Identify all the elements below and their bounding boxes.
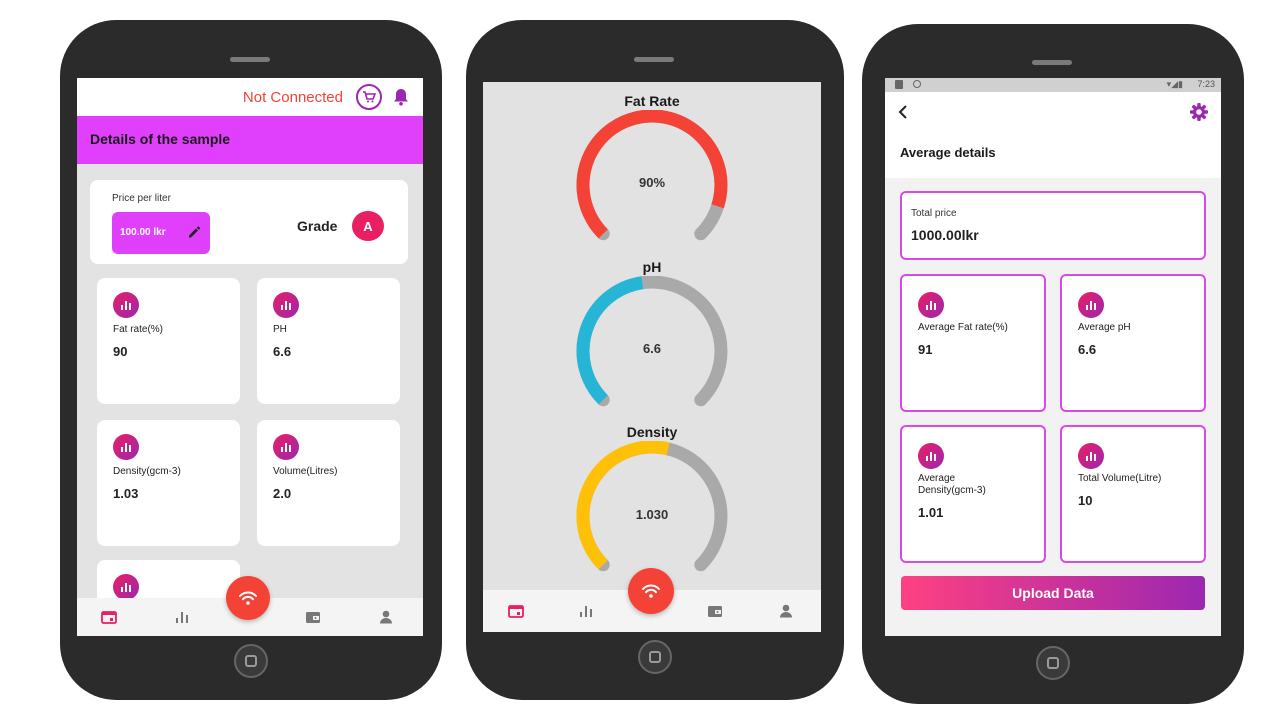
metric-label: Average Fat rate(%) [918,322,1008,333]
chart-icon [113,434,139,460]
home-button[interactable] [638,640,672,674]
avg-card-density: Average Density(gcm-3) 1.01 [900,425,1046,563]
total-price-label: Total price [911,208,957,219]
metric-label: PH [273,324,287,335]
page-title: Details of the sample [90,131,231,147]
metric-value: 2.0 [273,486,292,501]
density-gauge-fill [576,441,670,570]
price-value: 100.00 lkr [120,227,166,238]
status-bar: ▾◢▮ 7:23 [885,78,1221,92]
signal-icons: ▾◢▮ [1166,79,1183,89]
average-details-screen: ▾◢▮ 7:23 Average details Total price 100… [885,78,1221,636]
home-button[interactable] [1036,646,1070,680]
gauge-title-density: Density [626,424,678,440]
avg-card-fat-rate: Average Fat rate(%) 91 [900,274,1046,412]
gauge-value-ph: 6.6 [642,341,662,356]
price-card: Price per liter 100.00 lkr Grade A [90,180,408,264]
calendar-icon[interactable] [101,610,117,629]
chart-icon[interactable] [175,610,189,629]
avg-card-ph: Average pH 6.6 [1060,274,1206,412]
wallet-icon[interactable] [707,604,723,623]
edit-icon [187,225,201,244]
metric-card-volume: Volume(Litres) 2.0 [257,420,400,546]
gauge-value-density: 1.030 [635,507,669,522]
chart-icon [273,292,299,318]
status-time: 7:23 [1197,79,1215,89]
home-button[interactable] [234,644,268,678]
chart-icon [113,292,139,318]
chart-icon [1078,443,1104,469]
chart-icon [1078,292,1104,318]
top-bar: Not Connected [77,78,423,116]
price-label: Price per liter [112,193,171,204]
gauge-value-fat-rate: 90% [638,175,666,190]
gauge-title-fat-rate: Fat Rate [624,93,680,109]
chart-icon [918,292,944,318]
metric-label: Volume(Litres) [273,466,338,477]
gear-icon[interactable] [1189,102,1209,127]
chart-icon[interactable] [579,604,593,623]
metric-label: Total Volume(Litre) [1078,473,1162,484]
metric-value: 90 [113,344,128,359]
chart-icon [918,443,944,469]
speaker [230,57,270,62]
person-icon[interactable] [779,604,793,623]
upload-data-button[interactable]: Upload Data [901,576,1205,610]
page-title: Average details [900,145,996,160]
connection-status: Not Connected [242,89,343,106]
metric-value: 6.6 [1078,342,1097,357]
cart-icon[interactable] [356,84,382,110]
page-header: Details of the sample [77,116,423,164]
grade-badge: A [352,211,384,241]
calendar-icon[interactable] [508,604,524,623]
chart-icon [273,434,299,460]
person-icon[interactable] [379,610,393,629]
wifi-connect-button[interactable] [628,568,674,614]
wallet-icon[interactable] [305,610,321,629]
wifi-icon [642,584,660,598]
gauges-screen: Fat Rate 90% pH 6.6 Density 1.030 [483,82,821,632]
metric-label: Density(gcm-3) [113,466,181,477]
metric-label: Fat rate(%) [113,324,164,335]
metric-card-density: Density(gcm-3) 1.03 [97,420,240,546]
total-price-card: Total price 1000.00lkr [900,191,1206,260]
avg-card-volume: Total Volume(Litre) 10 [1060,425,1206,563]
metric-value: 6.6 [273,344,292,359]
wifi-connect-button[interactable] [226,576,270,620]
total-price-value: 1000.00lkr [911,227,979,243]
metric-card-ph: PH 6.6 [257,278,400,404]
back-icon[interactable] [897,104,909,125]
metric-label: Average pH [1078,322,1131,333]
gauge-title-ph: pH [642,259,662,275]
metric-value: 10 [1078,493,1093,508]
sim-icon [895,80,903,89]
chart-icon [113,574,139,600]
sample-details-screen: Not Connected Details of the sample Pric… [77,78,423,636]
metric-card-fat-rate: Fat rate(%) 90 [97,278,240,404]
metric-value: 1.01 [918,505,944,520]
metric-value: 91 [918,342,933,357]
metric-value: 1.03 [113,486,139,501]
price-edit-button[interactable]: 100.00 lkr [112,212,210,254]
metric-label: Average Density(gcm-3) [918,473,986,496]
grade-label: Grade [297,218,338,234]
speaker [634,57,674,62]
bell-icon[interactable] [393,88,409,111]
wifi-icon [239,591,257,605]
circle-icon [913,80,921,88]
speaker [1032,60,1072,65]
